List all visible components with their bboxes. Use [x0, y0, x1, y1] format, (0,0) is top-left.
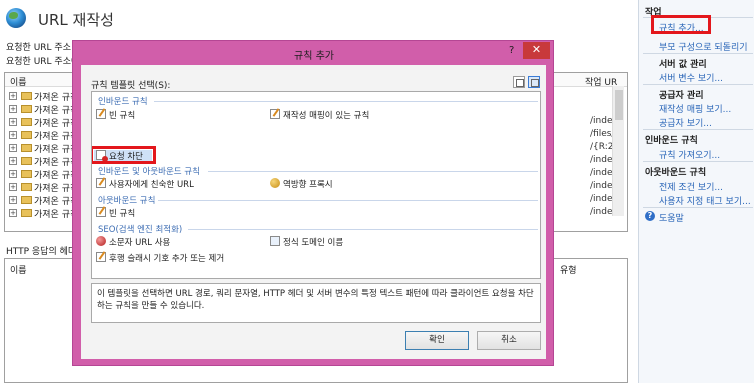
server-vars-heading: 서버 값 관리 — [659, 60, 707, 70]
outbound-heading: 아웃바운드 규칙 — [645, 168, 707, 178]
folder-icon — [21, 118, 32, 126]
folder-icon — [21, 144, 32, 152]
highlight-box — [92, 146, 156, 164]
expand-icon[interactable]: + — [9, 157, 17, 165]
group-seo: SEO(검색 엔진 최적화) — [98, 225, 183, 235]
tile-view-icon[interactable] — [528, 76, 540, 88]
group-outbound: 아웃바운드 규칙 — [98, 196, 156, 206]
template-user-friendly-url[interactable]: 사용자에게 친숙한 URL — [96, 178, 194, 192]
domain-icon — [270, 236, 280, 246]
expand-icon[interactable]: + — [9, 118, 17, 126]
dialog-title: 규칙 추가 — [294, 51, 334, 62]
column-name[interactable]: 이름 — [10, 75, 27, 88]
rules-scrollbar[interactable] — [612, 86, 624, 216]
list-view-icon[interactable] — [513, 76, 525, 88]
inbound-heading: 인바운드 규칙 — [645, 136, 698, 146]
template-trailing-slash[interactable]: 후행 슬래시 기호 추가 또는 제거 — [96, 252, 224, 266]
close-button[interactable]: ✕ — [523, 42, 550, 59]
folder-icon — [21, 209, 32, 217]
template-list[interactable]: 인바운드 규칙 빈 규칙 재작성 매핑이 있는 규칙 요청 차단 인바운드 및 … — [91, 91, 541, 279]
rule-icon — [96, 109, 106, 119]
expand-icon[interactable]: + — [9, 170, 17, 178]
rule-icon — [96, 207, 106, 217]
expand-icon[interactable]: + — [9, 92, 17, 100]
providers-heading: 공급자 관리 — [659, 91, 704, 101]
lowercase-icon — [96, 236, 106, 246]
folder-icon — [21, 131, 32, 139]
globe-icon — [6, 8, 26, 28]
view-providers-link[interactable]: 공급자 보기... — [659, 116, 712, 129]
divider — [208, 171, 538, 172]
template-lowercase-url[interactable]: 소문자 URL 사용 — [96, 236, 170, 250]
template-reverse-proxy[interactable]: 역방향 프록시 — [270, 178, 333, 192]
column-name[interactable]: 이름 — [10, 263, 27, 276]
page-title: URL 재작성 — [38, 11, 114, 29]
template-outbound-blank-rule[interactable]: 빈 규칙 — [96, 207, 135, 221]
view-rewrite-maps-link[interactable]: 재작성 매핑 보기... — [659, 102, 731, 115]
expand-icon[interactable]: + — [9, 144, 17, 152]
divider — [154, 101, 538, 102]
folder-icon — [21, 183, 32, 191]
folder-icon — [21, 170, 32, 178]
expand-icon[interactable]: + — [9, 183, 17, 191]
group-inbound: 인바운드 규칙 — [98, 97, 148, 107]
rule-icon — [96, 178, 106, 188]
requested-url-label: 요청한 URL 주소 — [6, 43, 71, 53]
help-link[interactable]: 도움말 — [659, 211, 684, 224]
divider — [643, 161, 753, 162]
divider — [643, 84, 753, 85]
group-inbound-outbound: 인바운드 및 아웃바운드 규칙 — [98, 167, 200, 177]
template-blank-rule[interactable]: 빈 규칙 — [96, 109, 135, 123]
help-button[interactable]: ? — [509, 45, 514, 56]
folder-icon — [21, 92, 32, 100]
revert-parent-link[interactable]: 부모 구성으로 되돌리기 — [659, 40, 748, 53]
dialog-body: 규칙 템플릿 선택(S): 인바운드 규칙 빈 규칙 재작성 매핑이 있는 규칙… — [81, 65, 546, 359]
requested-url-label-2: 요청한 URL 주소에 — [6, 57, 80, 67]
expand-icon[interactable]: + — [9, 196, 17, 204]
expand-icon[interactable]: + — [9, 209, 17, 217]
actions-pane: 작업 규칙 추가... 부모 구성으로 되돌리기 서버 값 관리 서버 변수 보… — [638, 0, 754, 383]
http-headers-label: HTTP 응답의 헤더 — [6, 247, 77, 257]
view-custom-tags-link[interactable]: 사용자 지정 태그 보기... — [659, 194, 751, 207]
divider — [643, 207, 753, 208]
cancel-button[interactable]: 취소 — [477, 331, 541, 350]
divider — [158, 200, 538, 201]
ok-button[interactable]: 확인 — [405, 331, 469, 350]
rule-icon — [270, 109, 280, 119]
divider — [643, 129, 753, 130]
folder-icon — [21, 196, 32, 204]
expand-icon[interactable]: + — [9, 105, 17, 113]
template-rewrite-map-rule[interactable]: 재작성 매핑이 있는 규칙 — [270, 109, 369, 123]
divider — [643, 53, 753, 54]
divider — [188, 229, 538, 230]
template-description: 이 템플릿을 선택하면 URL 경로, 쿼리 문자열, HTTP 헤더 및 서버… — [91, 283, 541, 323]
template-label: 규칙 템플릿 선택(S): — [91, 81, 171, 91]
folder-icon — [21, 105, 32, 113]
import-rules-link[interactable]: 규칙 가져오기... — [659, 148, 720, 161]
expand-icon[interactable]: + — [9, 131, 17, 139]
view-server-vars-link[interactable]: 서버 변수 보기... — [659, 71, 723, 84]
template-canonical-domain[interactable]: 정식 도메인 이름 — [270, 236, 343, 250]
column-type[interactable]: 유형 — [560, 263, 577, 276]
proxy-icon — [270, 178, 280, 188]
help-icon[interactable]: ? — [645, 211, 655, 221]
folder-icon — [21, 157, 32, 165]
add-rule-dialog: 규칙 추가 ? ✕ 규칙 템플릿 선택(S): 인바운드 규칙 빈 규칙 재작성… — [72, 40, 554, 366]
highlight-box — [651, 15, 711, 34]
view-preconditions-link[interactable]: 전제 조건 보기... — [659, 180, 723, 193]
rule-icon — [96, 252, 106, 262]
